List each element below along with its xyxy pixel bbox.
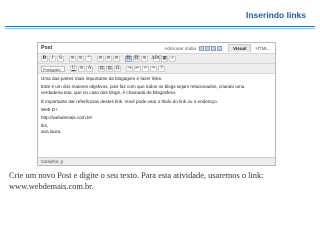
- spellcheck-button[interactable]: ABC: [151, 55, 162, 62]
- tab-visual[interactable]: Visual: [228, 44, 252, 52]
- italic-button[interactable]: I: [49, 55, 56, 62]
- formatting-toolbar-2: Parágrafo U ≡ A ▤ ▤ Ω ⇥ ⇤ ↶ ↷ ?: [38, 64, 275, 74]
- video-icon[interactable]: [205, 45, 211, 51]
- redo-button[interactable]: ↷: [150, 65, 157, 72]
- strikethrough-button[interactable]: S: [57, 55, 64, 62]
- content-paragraph-3: É importante dar referências destes link…: [41, 98, 218, 104]
- outdent-button[interactable]: ⇤: [134, 65, 141, 72]
- blockquote-button[interactable]: “: [85, 55, 92, 62]
- undo-button[interactable]: ↶: [142, 65, 149, 72]
- bold-button[interactable]: B: [41, 55, 48, 62]
- underline-button[interactable]: U: [70, 65, 77, 72]
- fullscreen-button[interactable]: ▦: [161, 55, 168, 62]
- special-char-button[interactable]: Ω: [114, 65, 121, 72]
- tab-html[interactable]: HTML: [251, 45, 272, 52]
- media-icon[interactable]: [217, 45, 223, 51]
- content-paragraph-1: Uma das partes mais importante da blogag…: [41, 76, 163, 81]
- title-rule: [5, 26, 315, 27]
- editor-screenshot: Post Adicionar mídia Visual HTML B I S ≡…: [37, 42, 276, 166]
- editor-statusbar: Caminho: p: [38, 157, 275, 165]
- editor-header: Post Adicionar mídia Visual HTML: [38, 43, 275, 54]
- justify-button[interactable]: ≡: [78, 65, 85, 72]
- align-center-button[interactable]: ≡: [105, 55, 112, 62]
- align-right-button[interactable]: ≡: [113, 55, 120, 62]
- paste-text-button[interactable]: ▤: [98, 65, 105, 72]
- indent-button[interactable]: ⇥: [126, 65, 133, 72]
- format-select[interactable]: Parágrafo: [41, 65, 65, 72]
- content-signature: ana laura: [41, 129, 61, 135]
- bullet-list-button[interactable]: ≡: [69, 55, 76, 62]
- caption-line-2: www.webdemais.com.br.: [9, 181, 94, 191]
- numbered-list-button[interactable]: ≡: [77, 55, 84, 62]
- slide-title: Inserindo links: [246, 10, 306, 20]
- formatting-toolbar-1: B I S ≡ ≡ “ ≡ ≡ ≡ ⛓ ⛓ ≡ ABC ▦ ✓: [38, 54, 275, 64]
- help-button[interactable]: ?: [158, 65, 165, 72]
- unlink-button[interactable]: ⛓: [133, 55, 140, 62]
- path-label: Caminho: p: [41, 159, 63, 164]
- content-paragraph-4: Web D+: [41, 106, 58, 112]
- caption-line-1: Crie um novo Post e digite o seu texto. …: [9, 171, 264, 180]
- editor-content[interactable]: Uma das partes mais importante da blogag…: [38, 74, 275, 138]
- image-icon[interactable]: [199, 45, 205, 51]
- post-label: Post: [41, 45, 53, 51]
- more-tag-button[interactable]: ≡: [141, 55, 148, 62]
- content-link-url: http://webdemais.com.br/: [41, 115, 93, 121]
- add-media-label: Adicionar mídia: [164, 45, 197, 51]
- slide-caption: Crie um novo Post e digite o seu texto. …: [9, 171, 309, 192]
- insert-link-button[interactable]: ⛓: [125, 55, 132, 62]
- paste-word-button[interactable]: ▤: [106, 65, 113, 72]
- audio-icon[interactable]: [211, 45, 217, 51]
- title-rule-secondary: [5, 28, 315, 29]
- content-paragraph-2b: verdadeira teia, que no caso dos blogs, …: [41, 90, 177, 96]
- text-color-button[interactable]: A: [86, 65, 93, 72]
- align-left-button[interactable]: ≡: [97, 55, 104, 62]
- kitchen-sink-button[interactable]: ✓: [169, 55, 176, 62]
